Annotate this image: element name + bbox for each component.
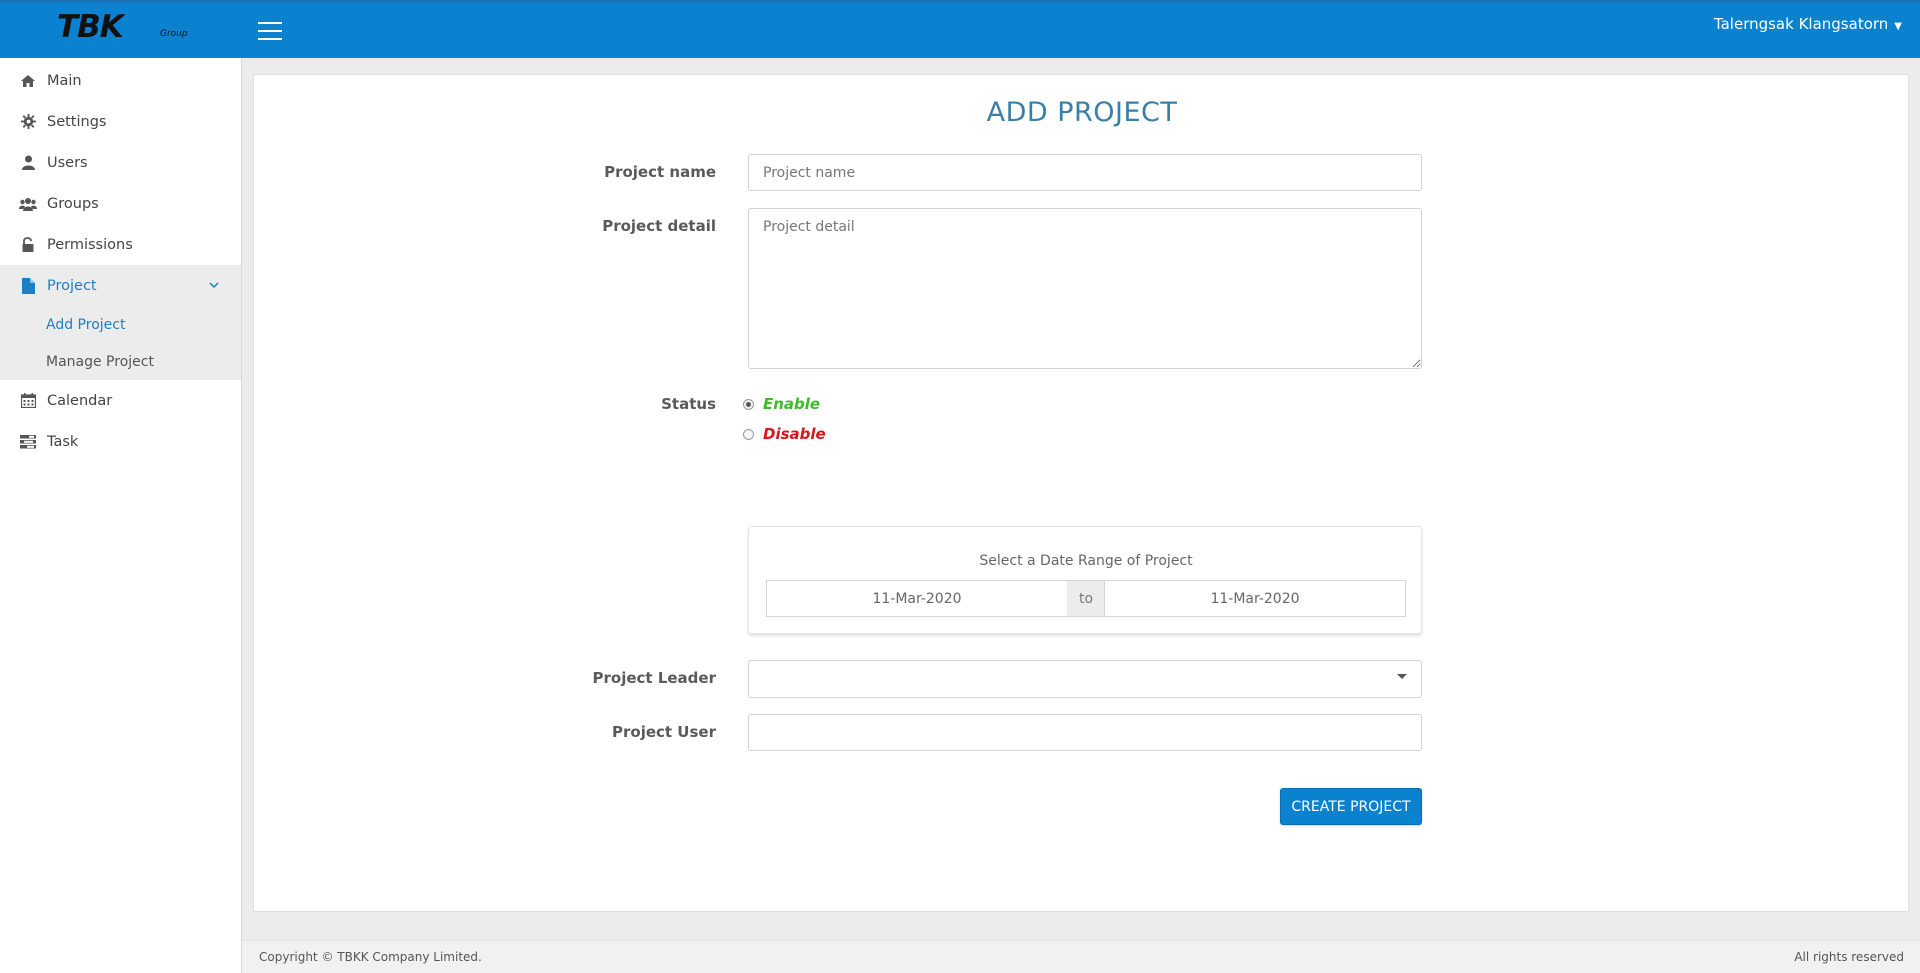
sidebar-item-label: Main [47,72,82,89]
top-navbar: TBK Group Talerngsak Klangsatorn ▼ [0,0,1920,58]
project-detail-textarea[interactable] [748,208,1422,369]
radio-enable[interactable] [743,398,754,410]
footer-copyright: Copyright © TBKK Company Limited. [259,950,482,964]
tasks-icon [19,434,37,449]
project-detail-label: Project detail [602,217,716,235]
add-project-card: ADD PROJECT Project name Project detail … [253,74,1909,912]
project-leader-label: Project Leader [592,669,716,687]
sidebar-item-label: Calendar [47,392,113,409]
date-to-input[interactable]: 11-Mar-2020 [1104,580,1406,617]
gear-icon [19,114,37,129]
project-leader-select[interactable] [748,660,1422,698]
sidebar: Main Settings Users Groups Permissions P… [0,58,242,973]
project-name-input[interactable] [748,154,1422,191]
project-submenu: Add Project Manage Project [0,306,241,380]
status-label: Status [661,395,716,413]
sidebar-item-label: Project [47,277,97,294]
radio-disable[interactable] [743,428,754,440]
sidebar-item-groups[interactable]: Groups [0,183,241,224]
sidebar-item-label: Groups [47,195,99,212]
date-from-input[interactable]: 11-Mar-2020 [766,580,1068,617]
unlock-icon [19,237,37,252]
caret-down-icon: ▼ [1894,21,1902,32]
project-user-label: Project User [612,723,716,741]
sidebar-item-settings[interactable]: Settings [0,101,241,142]
hamburger-menu-icon[interactable] [258,22,282,41]
sidebar-item-users[interactable]: Users [0,142,241,183]
file-icon [19,277,37,294]
chevron-down-icon [209,278,219,292]
sidebar-item-permissions[interactable]: Permissions [0,224,241,265]
project-user-input[interactable] [748,714,1422,751]
date-range-title: Select a Date Range of Project [979,553,1193,569]
sidebar-item-main[interactable]: Main [0,60,241,101]
sidebar-item-label: Task [47,433,79,450]
caret-down-icon [1397,674,1407,679]
footer: Copyright © TBKK Company Limited. All ri… [242,940,1920,973]
user-name: Talerngsak Klangsatorn [1713,15,1889,33]
radio-enable-label: Enable [763,395,821,413]
status-enable-option[interactable]: Enable [743,395,820,413]
sidebar-item-label: Settings [47,113,107,130]
sidebar-item-task[interactable]: Task [0,421,241,462]
sidebar-item-label: Permissions [47,236,133,253]
page-title: ADD PROJECT [986,97,1178,128]
submenu-item-manage-project[interactable]: Manage Project [0,343,241,380]
calendar-icon [19,393,37,408]
footer-rights: All rights reserved [1794,950,1904,964]
submenu-item-add-project[interactable]: Add Project [0,306,241,343]
home-icon [19,74,37,88]
sidebar-item-project[interactable]: Project [0,265,241,306]
user-menu-dropdown[interactable]: Talerngsak Klangsatorn ▼ [1714,15,1902,33]
create-project-button[interactable]: CREATE PROJECT [1280,788,1422,825]
status-disable-option[interactable]: Disable [743,425,826,443]
sidebar-item-label: Users [47,154,88,171]
logo-subtext: Group [160,29,188,39]
users-icon [19,197,37,211]
user-icon [19,155,37,170]
date-to-separator: to [1067,580,1105,617]
radio-disable-label: Disable [763,425,826,443]
brand-logo[interactable]: TBK Group [0,3,242,58]
date-range-panel: Select a Date Range of Project 11-Mar-20… [748,526,1422,634]
project-name-label: Project name [604,163,716,181]
logo-text: TBK [57,9,124,45]
sidebar-item-calendar[interactable]: Calendar [0,380,241,421]
